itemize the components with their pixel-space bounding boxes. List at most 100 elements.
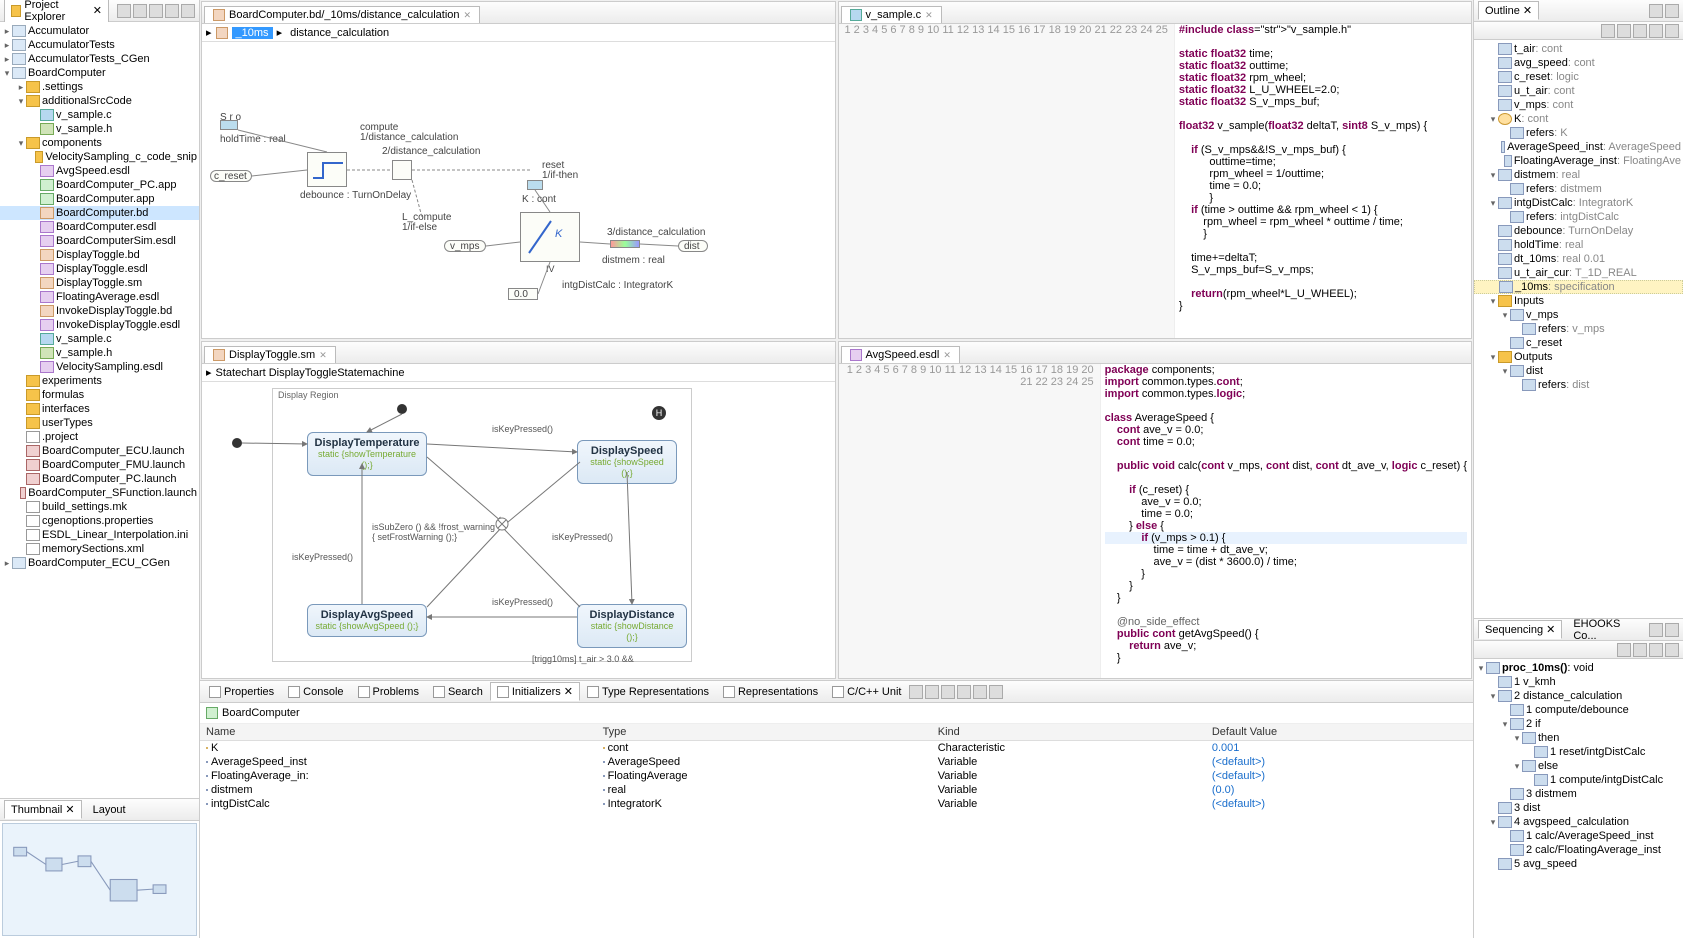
sequencing-node[interactable]: 1 reset/intgDistCalc	[1474, 745, 1683, 759]
bottom-tab-search[interactable]: Search	[426, 683, 490, 701]
tree-node[interactable]: cgenoptions.properties	[0, 514, 199, 528]
outline-tree[interactable]: t_air : contavg_speed : contc_reset : lo…	[1474, 40, 1683, 618]
link-editor-icon[interactable]	[117, 4, 131, 18]
sequencing-node[interactable]: ▾4 avgspeed_calculation	[1474, 815, 1683, 829]
sequencing-node[interactable]: ▾else	[1474, 759, 1683, 773]
tree-node[interactable]: ▸AccumulatorTests	[0, 38, 199, 52]
sm-breadcrumb[interactable]: Statechart DisplayToggleStatemachine	[216, 367, 405, 379]
sequencing-node[interactable]: 1 v_kmh	[1474, 675, 1683, 689]
project-tree[interactable]: ▸Accumulator▸AccumulatorTests▸Accumulato…	[0, 22, 199, 798]
bottom-tab-type-representations[interactable]: Type Representations	[580, 683, 716, 701]
minimize-icon[interactable]	[165, 4, 179, 18]
up-icon[interactable]	[1633, 24, 1647, 38]
outline-node[interactable]: dt_10ms : real 0.01	[1474, 252, 1683, 266]
block-diagram-canvas[interactable]: S r o holdTime : real c_reset debounce :…	[202, 42, 835, 338]
bottom-tab-c-c-unit[interactable]: C/C++ Unit	[825, 683, 908, 701]
tree-node[interactable]: BoardComputer_PC.app	[0, 178, 199, 192]
tree-node[interactable]: ▾components	[0, 136, 199, 150]
min-icon[interactable]	[973, 685, 987, 699]
sequencing-node[interactable]: ▾then	[1474, 731, 1683, 745]
sequencing-node[interactable]: 1 calc/AverageSpeed_inst	[1474, 829, 1683, 843]
close-icon[interactable]: ✕	[93, 4, 102, 17]
outline-node[interactable]: refers : v_mps	[1474, 322, 1683, 336]
sequencing-tab[interactable]: Sequencing ✕	[1478, 620, 1562, 639]
sort-icon[interactable]	[1601, 24, 1615, 38]
outline-node[interactable]: refers : intgDistCalc	[1474, 210, 1683, 224]
max-icon[interactable]	[989, 685, 1003, 699]
down-icon[interactable]	[1649, 24, 1663, 38]
sequencing-node[interactable]: 1 compute/debounce	[1474, 703, 1683, 717]
maximize-icon[interactable]	[1665, 623, 1679, 637]
outline-node[interactable]: refers : K	[1474, 126, 1683, 140]
tree-node[interactable]: ▸BoardComputer_ECU_CGen	[0, 556, 199, 570]
tree-node[interactable]: BoardComputer.app	[0, 192, 199, 206]
tree-node[interactable]: DisplayToggle.esdl	[0, 262, 199, 276]
outline-node[interactable]: ▾intgDistCalc : IntegratorK	[1474, 196, 1683, 210]
close-icon[interactable]: ✕	[65, 803, 74, 816]
delete-icon[interactable]	[957, 685, 971, 699]
remove-icon[interactable]	[925, 685, 939, 699]
down-icon[interactable]	[1649, 643, 1663, 657]
outline-node[interactable]: t_air : cont	[1474, 42, 1683, 56]
tree-node[interactable]: v_sample.h	[0, 346, 199, 360]
minimize-icon[interactable]	[1649, 4, 1663, 18]
sequencing-node[interactable]: 3 distmem	[1474, 787, 1683, 801]
tree-node[interactable]: ▸AccumulatorTests_CGen	[0, 52, 199, 66]
outline-node[interactable]: avg_speed : cont	[1474, 56, 1683, 70]
statechart-canvas[interactable]: Display Region H DisplayTemperature stat…	[202, 382, 835, 678]
outline-node[interactable]: ▾v_mps	[1474, 308, 1683, 322]
bottom-tab-initializers[interactable]: Initializers✕	[490, 682, 580, 701]
bd-breadcrumb[interactable]: ▸ _10ms ▸ distance_calculation	[202, 24, 835, 42]
tree-node[interactable]: BoardComputer_SFunction.launch	[0, 486, 199, 500]
tree-node[interactable]: ▾additionalSrcCode	[0, 94, 199, 108]
close-icon[interactable]: ✕	[925, 10, 933, 21]
outline-node[interactable]: u_t_air_cur : T_1D_REAL	[1474, 266, 1683, 280]
table-row[interactable]: FloatingAverage_in:FloatingAverageVariab…	[200, 769, 1473, 783]
tree-node[interactable]: BoardComputer.esdl	[0, 220, 199, 234]
menu-icon[interactable]	[1665, 24, 1679, 38]
tree-node[interactable]: interfaces	[0, 402, 199, 416]
table-row[interactable]: distmemrealVariable(0.0)	[200, 783, 1473, 797]
sequencing-node[interactable]: ▾2 distance_calculation	[1474, 689, 1683, 703]
tree-node[interactable]: VelocitySampling_c_code_snip	[0, 150, 199, 164]
tree-node[interactable]: ▾BoardComputer	[0, 66, 199, 80]
outline-node[interactable]: ▾Outputs	[1474, 350, 1683, 364]
state-distance[interactable]: DisplayDistance static {showDistance ();…	[577, 604, 687, 648]
sequencing-node[interactable]: 5 avg_speed	[1474, 857, 1683, 871]
outline-node[interactable]: refers : distmem	[1474, 182, 1683, 196]
table-row[interactable]: intgDistCalcIntegratorKVariable(<default…	[200, 797, 1473, 811]
outline-node[interactable]: refers : dist	[1474, 378, 1683, 392]
outline-node[interactable]: holdTime : real	[1474, 238, 1683, 252]
outline-tab[interactable]: Outline ✕	[1478, 1, 1539, 20]
sequencing-node[interactable]: 1 compute/intgDistCalc	[1474, 773, 1683, 787]
tree-node[interactable]: InvokeDisplayToggle.esdl	[0, 318, 199, 332]
close-icon[interactable]: ✕	[943, 350, 951, 361]
outline-node[interactable]: v_mps : cont	[1474, 98, 1683, 112]
tree-node[interactable]: v_sample.h	[0, 122, 199, 136]
focus-icon[interactable]	[133, 4, 147, 18]
close-icon[interactable]: ✕	[1523, 4, 1532, 17]
sequencing-node[interactable]: ▾proc_10ms() : void	[1474, 661, 1683, 675]
region-initial[interactable]	[397, 404, 407, 414]
vsample-tab[interactable]: v_sample.c ✕	[841, 6, 942, 23]
integrator-block[interactable]: K	[520, 212, 580, 262]
tree-node[interactable]: ESDL_Linear_Interpolation.ini	[0, 528, 199, 542]
sequencing-node[interactable]: ▾2 if	[1474, 717, 1683, 731]
outline-node[interactable]: AverageSpeed_inst : AverageSpeed	[1474, 140, 1683, 154]
copy-icon[interactable]	[941, 685, 955, 699]
table-row[interactable]: AverageSpeed_instAverageSpeedVariable(<d…	[200, 755, 1473, 769]
view-menu-icon[interactable]	[149, 4, 163, 18]
history-state[interactable]: H	[652, 406, 666, 420]
state-temperature[interactable]: DisplayTemperature static {showTemperatu…	[307, 432, 427, 476]
outline-node[interactable]: c_reset	[1474, 336, 1683, 350]
tree-node[interactable]: DisplayToggle.sm	[0, 276, 199, 290]
outline-node[interactable]: _10ms : specification	[1474, 280, 1683, 294]
outline-node[interactable]: ▾dist	[1474, 364, 1683, 378]
initializers-table[interactable]: NameTypeKindDefault ValueKcontCharacteri…	[200, 724, 1473, 938]
up-icon[interactable]	[1633, 643, 1647, 657]
tree-node[interactable]: BoardComputer_FMU.launch	[0, 458, 199, 472]
filter-icon[interactable]	[1617, 24, 1631, 38]
outline-node[interactable]: FloatingAverage_inst : FloatingAve	[1474, 154, 1683, 168]
gear-icon[interactable]	[1665, 643, 1679, 657]
table-row[interactable]: KcontCharacteristic0.001	[200, 741, 1473, 756]
